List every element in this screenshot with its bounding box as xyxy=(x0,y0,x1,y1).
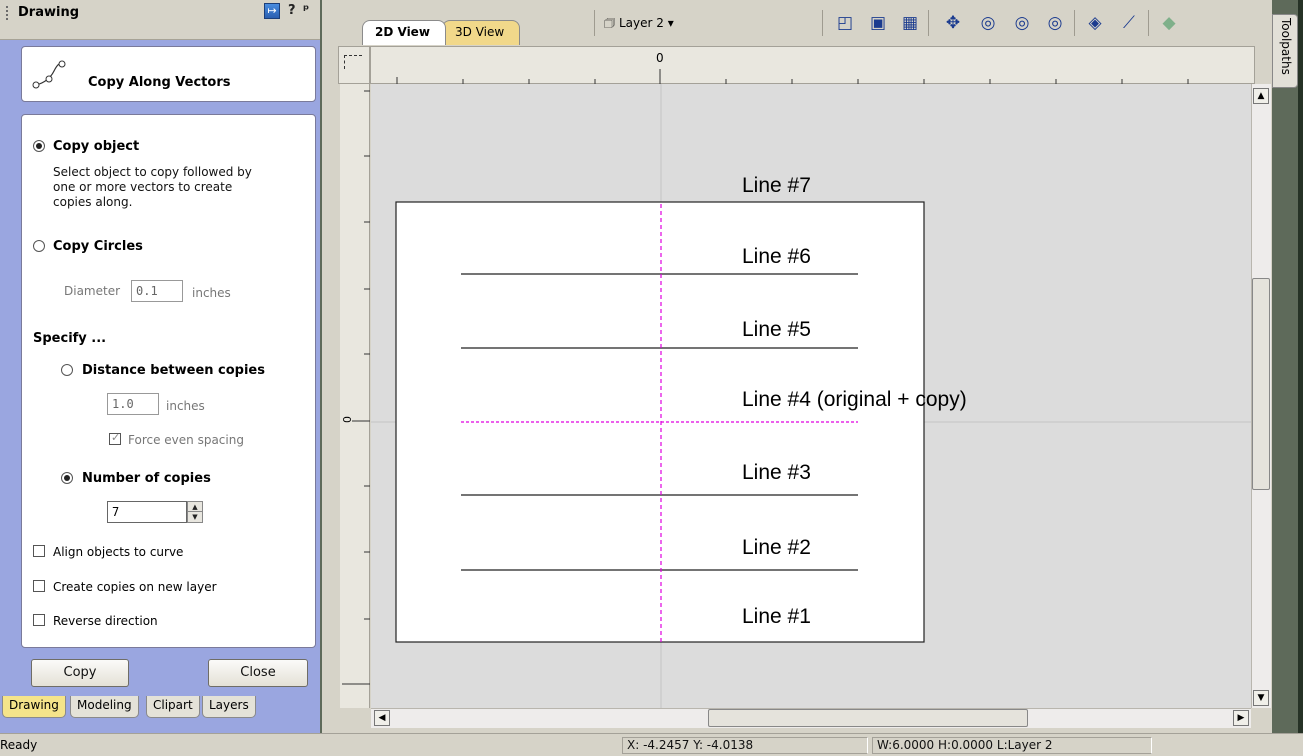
dock-panel-icon[interactable]: ↦ xyxy=(264,3,280,19)
vertical-ruler-ticks xyxy=(342,90,370,685)
copy-object-radio[interactable] xyxy=(33,140,45,152)
cursor-coordinates: X: -4.2457 Y: -4.0138 xyxy=(622,737,868,754)
tab-2d-view[interactable]: 2D View xyxy=(362,20,446,45)
close-button[interactable]: Close xyxy=(208,659,308,687)
selection-info: W:6.0000 H:0.0000 L:Layer 2 xyxy=(872,737,1152,754)
ruler-zero-label: 0 xyxy=(656,51,664,65)
copies-new-layer-label: Create copies on new layer xyxy=(53,580,217,594)
window-edge xyxy=(1298,0,1303,733)
help-icon[interactable]: ? xyxy=(288,3,296,18)
distance-unit: inches xyxy=(166,399,205,413)
grid-icon[interactable]: ▦ xyxy=(899,12,921,34)
model-view-icon[interactable]: ◆ xyxy=(1158,12,1180,34)
number-of-copies-label: Number of copies xyxy=(82,471,211,486)
layer-selector[interactable]: 🗇 Layer 2 ▾ xyxy=(604,14,674,35)
force-even-spacing-checkbox[interactable] xyxy=(109,431,121,445)
status-text: Ready xyxy=(0,738,38,752)
toolbar-separator xyxy=(1074,10,1075,36)
reverse-direction-checkbox[interactable] xyxy=(33,614,45,626)
align-to-curve-checkbox[interactable] xyxy=(33,545,45,557)
tool-name: Copy Along Vectors xyxy=(88,75,231,90)
ruler-origin-corner[interactable] xyxy=(338,46,370,84)
label-line-5: Line #5 xyxy=(742,318,811,341)
panel-tabs: Drawing Modeling Clipart Layers xyxy=(0,696,320,720)
label-line-6: Line #6 xyxy=(742,245,811,268)
horizontal-scroll-thumb[interactable] xyxy=(708,709,1028,727)
toolbar-separator xyxy=(594,10,595,36)
copy-circles-radio[interactable] xyxy=(33,240,45,252)
copy-button[interactable]: Copy xyxy=(31,659,129,687)
stepper-down-icon[interactable]: ▼ xyxy=(188,512,202,522)
copy-object-description-3: copies along. xyxy=(53,195,133,209)
label-line-2: Line #2 xyxy=(742,536,811,559)
panel-grip[interactable] xyxy=(6,6,9,20)
pan-icon[interactable]: ✥ xyxy=(942,12,964,34)
label-line-4: Line #4 (original + copy) xyxy=(742,388,967,411)
tab-3d-view[interactable]: 3D View xyxy=(442,20,520,45)
number-of-copies-radio[interactable] xyxy=(61,472,73,484)
align-to-curve-label: Align objects to curve xyxy=(53,545,184,559)
toolbar-separator xyxy=(1148,10,1149,36)
copy-along-vectors-icon xyxy=(32,60,66,89)
copy-object-label: Copy object xyxy=(53,139,140,154)
bounding-box-icon[interactable]: ▣ xyxy=(867,12,889,34)
stepper-up-icon[interactable]: ▲ xyxy=(188,502,202,512)
distance-input[interactable]: 1.0 xyxy=(107,393,159,415)
scroll-down-icon[interactable]: ▼ xyxy=(1253,690,1269,706)
ruler-origin-icon xyxy=(344,55,362,69)
reverse-direction-label: Reverse direction xyxy=(53,614,158,628)
scroll-left-icon[interactable]: ◀ xyxy=(374,710,390,726)
tab-layers[interactable]: Layers xyxy=(202,696,256,718)
pin-icon[interactable]: ᵖ xyxy=(303,3,309,18)
copies-stepper[interactable]: ▲ ▼ xyxy=(187,501,203,523)
scroll-right-icon[interactable]: ▶ xyxy=(1233,710,1249,726)
diameter-unit: inches xyxy=(192,286,231,300)
tab-clipart[interactable]: Clipart xyxy=(146,696,200,718)
force-even-spacing-label: Force even spacing xyxy=(128,433,244,447)
zoom-selection-icon[interactable]: ◎ xyxy=(1044,12,1066,34)
ruler-zero-label-left: 0 xyxy=(341,416,354,423)
layer-icon: 🗇 xyxy=(604,16,616,30)
copy-object-description-1: Select object to copy followed by xyxy=(53,165,252,179)
vertical-scroll-thumb[interactable] xyxy=(1252,278,1270,490)
label-line-1: Line #1 xyxy=(742,605,811,628)
distance-radio[interactable] xyxy=(61,364,73,376)
horizontal-ruler: 0 xyxy=(370,46,1255,85)
panel-title: Drawing xyxy=(18,5,80,20)
zoom-fit-icon[interactable]: ◎ xyxy=(1011,12,1033,34)
tool-header-card: Copy Along Vectors xyxy=(21,46,316,102)
label-line-7: Line #7 xyxy=(742,174,811,197)
toolbar-separator xyxy=(822,10,823,36)
horizontal-ruler-ticks xyxy=(396,69,1189,85)
set-size-icon[interactable]: ◰ xyxy=(834,12,856,34)
number-of-copies-input[interactable]: 7 xyxy=(107,501,187,523)
toolbar-separator xyxy=(928,10,929,36)
material-rectangle xyxy=(395,201,925,643)
toolpaths-tab-label: Toolpaths xyxy=(1279,18,1293,75)
chevron-down-icon: ▾ xyxy=(667,16,674,30)
distance-label: Distance between copies xyxy=(82,363,265,378)
diameter-label: Diameter xyxy=(64,284,121,298)
tab-modeling[interactable]: Modeling xyxy=(70,696,139,718)
scroll-up-icon[interactable]: ▲ xyxy=(1253,88,1269,104)
vertical-ruler: 0 xyxy=(340,84,370,708)
vector-view-icon[interactable]: ◈ xyxy=(1084,12,1106,34)
vector-toggle-icon[interactable]: ⟋ xyxy=(1118,12,1140,34)
copy-object-description-2: one or more vectors to create xyxy=(53,180,233,194)
copies-new-layer-checkbox[interactable] xyxy=(33,580,45,592)
diameter-input[interactable]: 0.1 xyxy=(131,280,183,302)
tab-drawing[interactable]: Drawing xyxy=(2,696,66,718)
zoom-box-icon[interactable]: ◎ xyxy=(977,12,999,34)
copy-circles-label: Copy Circles xyxy=(53,239,143,254)
view-toolbar: 2D View 3D View 🗇 Layer 2 ▾ ◰ ▣ ▦ ✥ ◎ ◎ … xyxy=(322,0,1272,45)
specify-label: Specify ... xyxy=(33,331,107,346)
layer-name: Layer 2 xyxy=(618,16,664,30)
label-line-3: Line #3 xyxy=(742,461,811,484)
